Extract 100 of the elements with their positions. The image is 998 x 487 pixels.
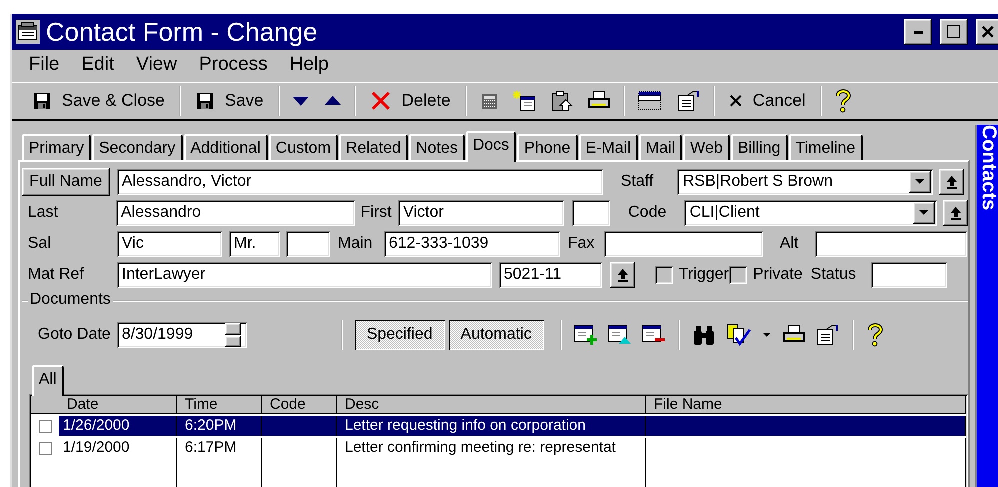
- checkbox[interactable]: [655, 266, 673, 284]
- mode-button[interactable]: Automatic: [448, 320, 544, 350]
- maximize-button[interactable]: [940, 19, 968, 45]
- toolbar-button[interactable]: Cancel: [726, 89, 808, 113]
- tab[interactable]: Notes: [409, 134, 465, 160]
- full-name-button[interactable]: Full Name: [22, 168, 110, 196]
- input-field[interactable]: [604, 230, 763, 256]
- table-cell: 1/26/2000: [59, 416, 177, 436]
- column-header[interactable]: Date: [31, 396, 177, 414]
- field-label: Main: [338, 234, 374, 252]
- field-label: First: [360, 204, 393, 222]
- tab[interactable]: All: [32, 365, 64, 396]
- field-label: Status: [810, 266, 858, 284]
- field-label: Sal: [28, 234, 52, 252]
- add-document-icon[interactable]: [574, 324, 598, 346]
- field-label: Fax: [568, 234, 596, 252]
- tab[interactable]: Additional: [184, 134, 268, 160]
- delete-icon: [370, 90, 392, 112]
- toolbar-button[interactable]: Delete: [368, 88, 453, 114]
- up-arrow-icon: [946, 174, 958, 188]
- tab[interactable]: Phone: [517, 134, 578, 160]
- printer-icon[interactable]: [586, 91, 611, 111]
- lookup-button[interactable]: [939, 168, 964, 194]
- minimize-button[interactable]: [904, 19, 932, 45]
- dropdown-arrow-icon: [919, 210, 930, 216]
- new-window-icon[interactable]: [512, 90, 537, 112]
- menu-item[interactable]: Process: [188, 54, 279, 76]
- down-arrow-icon[interactable]: [292, 94, 310, 108]
- close-button[interactable]: [976, 19, 998, 45]
- menu-item[interactable]: Edit: [70, 54, 126, 76]
- input-field[interactable]: Vic: [117, 230, 222, 256]
- up-arrow-icon: [950, 206, 962, 220]
- window-title: Contact Form - Change: [46, 16, 319, 48]
- field-label: Goto Date: [38, 326, 111, 344]
- input-field[interactable]: [286, 230, 330, 256]
- menu-item[interactable]: Help: [278, 54, 340, 76]
- clipboard-icon[interactable]: [550, 90, 573, 112]
- checklist-icon[interactable]: [726, 323, 752, 347]
- tab[interactable]: E-Mail: [578, 134, 638, 160]
- form-icon[interactable]: [636, 90, 663, 112]
- input-field[interactable]: InterLawyer: [117, 262, 492, 288]
- menu-item[interactable]: View: [125, 54, 188, 76]
- checkbox[interactable]: [729, 266, 748, 284]
- document-icon[interactable]: [608, 324, 632, 346]
- table-row[interactable]: 1/26/2000 6:20PM Letter requesting info on corporation: [31, 416, 966, 436]
- up-arrow-icon[interactable]: [324, 94, 342, 108]
- field-label: Last: [28, 204, 60, 222]
- checkbox[interactable]: [38, 420, 52, 432]
- column-header[interactable]: Desc: [337, 396, 646, 414]
- lookup-button[interactable]: [610, 262, 635, 288]
- tab[interactable]: Custom: [268, 134, 338, 160]
- field-label: Alt: [780, 234, 800, 252]
- input-field[interactable]: Alessandro: [116, 200, 355, 226]
- tab[interactable]: Docs: [466, 131, 516, 162]
- input-field[interactable]: 8/30/1999: [116, 322, 247, 348]
- binoculars-icon[interactable]: [692, 324, 716, 346]
- close-icon: [982, 26, 994, 38]
- input-field[interactable]: Mr.: [229, 230, 280, 256]
- input-field[interactable]: 612-333-1039: [384, 230, 560, 256]
- help-icon[interactable]: [866, 322, 884, 348]
- properties-icon[interactable]: [676, 90, 701, 112]
- input-field[interactable]: [815, 230, 967, 256]
- tab[interactable]: Billing: [730, 134, 788, 160]
- column-header[interactable]: File Name: [646, 396, 966, 414]
- input-field[interactable]: 5021-11: [499, 262, 602, 288]
- caret-icon[interactable]: [762, 332, 772, 338]
- maximize-icon: [947, 25, 961, 39]
- tab[interactable]: Web: [683, 134, 730, 160]
- tab[interactable]: Secondary: [92, 134, 183, 160]
- dropdown[interactable]: RSB|Robert S Brown: [677, 168, 933, 194]
- tab[interactable]: Timeline: [788, 134, 863, 160]
- properties-icon[interactable]: [816, 324, 840, 346]
- column-header[interactable]: Time: [177, 396, 262, 414]
- menu-item[interactable]: File: [18, 54, 71, 76]
- toolbar-button[interactable]: Save: [193, 89, 266, 113]
- table-cell: Letter requesting info on corporation: [337, 416, 646, 436]
- app-icon: [16, 20, 40, 44]
- tab[interactable]: Primary: [22, 134, 92, 160]
- input-field[interactable]: Alessandro, Victor: [117, 168, 603, 194]
- side-panel-title: Contacts: [977, 125, 998, 211]
- table-cell: 6:20PM: [177, 416, 262, 436]
- toolbar-button[interactable]: Save & Close: [30, 89, 167, 113]
- tab[interactable]: Mail: [639, 134, 682, 160]
- input-field[interactable]: [572, 200, 610, 226]
- column-header[interactable]: Code: [262, 396, 337, 414]
- help-icon[interactable]: [834, 88, 852, 114]
- input-field[interactable]: [870, 262, 947, 288]
- tab[interactable]: Related: [339, 134, 408, 160]
- checkbox-label: Trigger: [679, 266, 730, 284]
- printer-icon[interactable]: [782, 325, 806, 345]
- minimize-icon: [914, 30, 922, 34]
- table-row[interactable]: 1/19/2000 6:17PM Letter confirming meeting re: representat: [31, 438, 966, 458]
- table-cell: Letter confirming meeting re: representat: [337, 438, 646, 458]
- lookup-button[interactable]: [943, 200, 968, 226]
- dropdown[interactable]: CLI|Client: [684, 200, 938, 226]
- field-label: Code: [628, 204, 668, 222]
- input-field[interactable]: Victor: [398, 200, 564, 226]
- mode-button[interactable]: Specified: [354, 320, 445, 350]
- checkbox[interactable]: [38, 442, 52, 454]
- dropdown-arrow-icon: [915, 178, 925, 184]
